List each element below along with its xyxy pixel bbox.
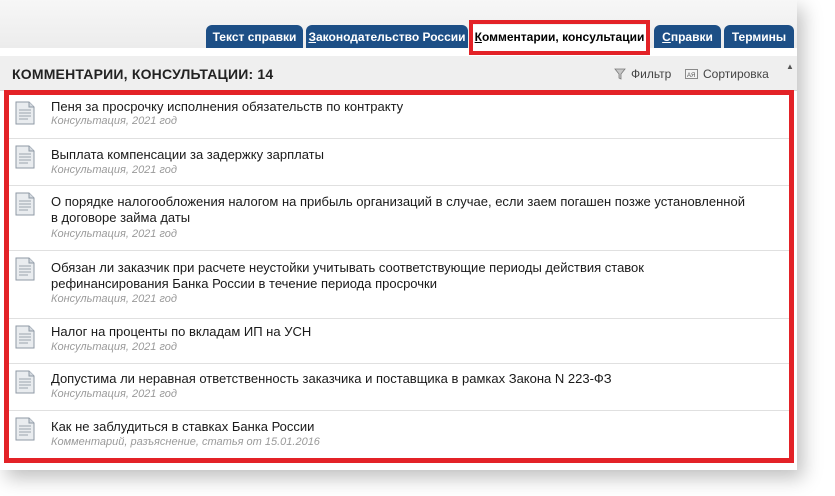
sort-button[interactable]: АЯ Сортировка <box>685 67 769 81</box>
tab-label: Текст справки <box>212 29 297 44</box>
list-item[interactable]: Выплата компенсации за задержку зарплаты… <box>9 139 789 186</box>
item-title[interactable]: Пеня за просрочку исполнения обязательст… <box>51 99 751 115</box>
list-item[interactable]: О порядке налогообложения налогом на при… <box>9 186 789 251</box>
item-title[interactable]: Выплата компенсации за задержку зарплаты <box>51 147 751 163</box>
tab-terms[interactable]: Термины <box>724 25 794 48</box>
item-meta: Консультация, 2021 год <box>51 388 177 400</box>
item-title[interactable]: Налог на проценты по вкладам ИП на УСН <box>51 324 751 340</box>
document-icon <box>13 368 37 401</box>
item-title[interactable]: Допустима ли неравная ответственность за… <box>51 371 751 387</box>
item-title[interactable]: Как не заблудиться в ставках Банка Росси… <box>51 419 751 435</box>
list-header: КОММЕНТАРИИ, КОНСУЛЬТАЦИИ: 14 Фильтр АЯ … <box>0 56 797 91</box>
document-icon <box>13 415 37 448</box>
item-title[interactable]: Обязан ли заказчик при расчете неустойки… <box>51 260 751 292</box>
tab-bar: Текст справки Законодательство России Ко… <box>0 0 797 55</box>
list-item[interactable]: Пеня за просрочку исполнения обязательст… <box>9 95 789 139</box>
tab-label: Термины <box>731 29 787 44</box>
tab-references[interactable]: Справки <box>654 25 721 48</box>
filter-button[interactable]: Фильтр <box>614 67 671 81</box>
consultations-list: Пеня за просрочку исполнения обязательст… <box>9 95 789 458</box>
item-meta: Консультация, 2021 год <box>51 293 177 305</box>
list-item[interactable]: Налог на проценты по вкладам ИП на УСН К… <box>9 319 789 364</box>
list-item[interactable]: Допустима ли неравная ответственность за… <box>9 364 789 411</box>
tab-label: правки <box>670 29 713 44</box>
item-meta: Консультация, 2021 год <box>51 228 177 240</box>
document-icon <box>13 190 37 223</box>
item-meta: Консультация, 2021 год <box>51 164 177 176</box>
filter-icon <box>614 68 626 80</box>
tab-label: аконодательство России <box>316 29 466 44</box>
item-meta: Консультация, 2021 год <box>51 341 177 353</box>
list-item[interactable]: Как не заблудиться в ставках Банка Росси… <box>9 411 789 458</box>
document-icon <box>13 255 37 288</box>
scroll-up-arrow[interactable]: ▲ <box>786 62 794 71</box>
sort-label: Сортировка <box>703 67 769 81</box>
tab-comments-consultations[interactable]: Комментарии, консультации <box>473 25 646 48</box>
tab-help-text[interactable]: Текст справки <box>206 25 303 48</box>
document-icon <box>13 143 37 176</box>
tab-label: омментарии, консультации <box>481 29 645 44</box>
item-title[interactable]: О порядке налогообложения налогом на при… <box>51 194 751 226</box>
sort-icon: АЯ <box>685 69 698 79</box>
document-icon <box>13 99 37 132</box>
tab-label-accel: С <box>662 29 671 44</box>
window: Текст справки Законодательство России Ко… <box>0 0 797 470</box>
tab-label-accel: З <box>308 29 316 44</box>
filter-label: Фильтр <box>631 67 672 81</box>
tab-russian-legislation[interactable]: Законодательство России <box>306 25 468 48</box>
svg-text:АЯ: АЯ <box>687 73 695 79</box>
page-title: КОММЕНТАРИИ, КОНСУЛЬТАЦИИ: 14 <box>12 66 274 82</box>
document-icon <box>13 323 37 356</box>
item-meta: Комментарий, разъяснение, статья от 15.0… <box>51 436 320 448</box>
item-meta: Консультация, 2021 год <box>51 115 177 127</box>
list-item[interactable]: Обязан ли заказчик при расчете неустойки… <box>9 251 789 319</box>
tab-label-accel: К <box>474 29 482 44</box>
